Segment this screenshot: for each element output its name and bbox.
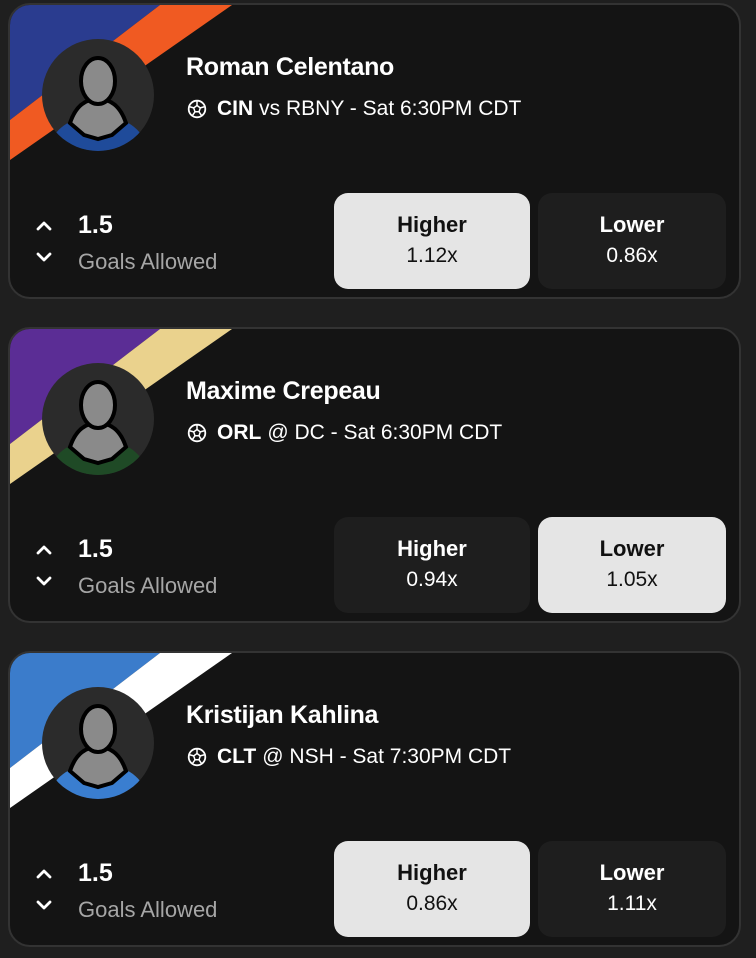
matchup-info: CLT @ NSH - Sat 7:30PM CDT	[187, 745, 511, 769]
higher-button[interactable]: Higher 0.86x	[334, 841, 530, 937]
higher-button-label: Higher	[397, 536, 467, 561]
higher-button[interactable]: Higher 1.12x	[334, 193, 530, 289]
player-name: Roman Celentano	[186, 53, 395, 81]
higher-button-label: Higher	[397, 860, 467, 885]
projection-line-value: 1.5	[78, 211, 113, 239]
team-abbreviation: CIN	[217, 97, 254, 120]
lower-button[interactable]: Lower 0.86x	[538, 193, 726, 289]
lower-multiplier: 1.05x	[606, 568, 658, 591]
lower-button[interactable]: Lower 1.05x	[538, 517, 726, 613]
soccer-ball-icon	[187, 99, 207, 119]
matchup-info: CIN vs RBNY - Sat 6:30PM CDT	[187, 97, 521, 121]
matchup-info: ORL @ DC - Sat 6:30PM CDT	[187, 421, 502, 445]
team-abbreviation: ORL	[217, 421, 262, 444]
player-name: Kristijan Kahlina	[186, 701, 379, 729]
chevron-down-icon[interactable]	[34, 574, 54, 588]
matchup-details: @ NSH - Sat 7:30PM CDT	[262, 745, 512, 768]
lower-multiplier: 0.86x	[606, 244, 658, 267]
chevron-down-icon[interactable]	[34, 898, 54, 912]
chevron-up-icon[interactable]	[34, 543, 54, 557]
projection-card: Kristijan Kahlina CLT @ NSH - Sat 7:30PM C…	[8, 651, 741, 947]
chevron-up-icon[interactable]	[34, 219, 54, 233]
player-silhouette-icon	[42, 687, 154, 799]
stat-type-label: Goals Allowed	[78, 573, 218, 598]
projection-card: Roman Celentano CIN vs RBNY - Sat 6:30PM C…	[8, 3, 741, 299]
projection-card: Maxime Crepeau ORL @ DC - Sat 6:30PM CDT 1.…	[8, 327, 741, 623]
team-abbreviation: CLT	[217, 745, 257, 768]
lower-button-label: Lower	[599, 536, 665, 561]
lower-multiplier: 1.11x	[607, 892, 657, 915]
stat-type-label: Goals Allowed	[78, 249, 218, 274]
higher-button-label: Higher	[397, 212, 467, 237]
projection-line-value: 1.5	[78, 859, 113, 887]
player-name: Maxime Crepeau	[186, 377, 381, 405]
lower-button[interactable]: Lower 1.11x	[538, 841, 726, 937]
higher-button[interactable]: Higher 0.94x	[334, 517, 530, 613]
player-silhouette-icon	[42, 39, 154, 151]
lower-button-label: Lower	[599, 212, 665, 237]
player-silhouette-icon	[42, 363, 154, 475]
soccer-ball-icon	[187, 423, 207, 443]
lower-button-label: Lower	[599, 860, 665, 885]
higher-multiplier: 0.94x	[406, 568, 458, 591]
soccer-ball-icon	[187, 747, 207, 767]
projection-line-value: 1.5	[78, 535, 113, 563]
chevron-down-icon[interactable]	[34, 250, 54, 264]
chevron-up-icon[interactable]	[34, 867, 54, 881]
matchup-details: vs RBNY - Sat 6:30PM CDT	[259, 97, 522, 120]
higher-multiplier: 1.12x	[406, 244, 458, 267]
matchup-details: @ DC - Sat 6:30PM CDT	[267, 421, 503, 444]
stat-type-label: Goals Allowed	[78, 897, 218, 922]
higher-multiplier: 0.86x	[406, 892, 458, 915]
